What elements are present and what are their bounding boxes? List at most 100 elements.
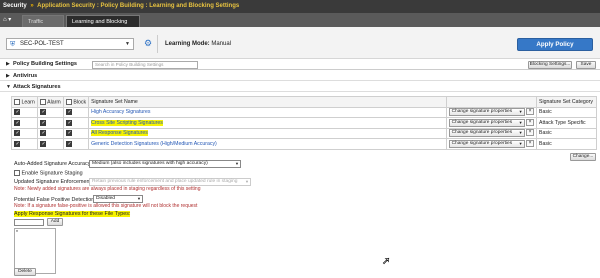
alarm-checkbox[interactable] bbox=[39, 109, 46, 116]
tab-traffic-learning[interactable]: Traffic Learning bbox=[22, 15, 64, 37]
gear-icon[interactable]: ⚙ bbox=[144, 38, 152, 49]
mouse-cursor-icon: ➚ bbox=[382, 256, 391, 268]
table-row: Generic Detection Signatures (High/Mediu… bbox=[11, 138, 597, 150]
policy-building-settings-header: ▶ Policy Building Settings Search in Pol… bbox=[0, 59, 600, 70]
change-properties-dropdown[interactable]: Change signature properties ▼ bbox=[448, 108, 525, 117]
change-button[interactable]: Change... bbox=[570, 153, 596, 161]
breadcrumb-separator: » bbox=[30, 3, 34, 9]
dropdown-label: Change signature properties bbox=[451, 130, 513, 136]
breadcrumb-policy-building[interactable]: Policy Building bbox=[101, 3, 144, 9]
learn-all-checkbox[interactable] bbox=[14, 98, 20, 105]
col-label: Alarm bbox=[47, 98, 61, 105]
expand-icon[interactable]: ▶ bbox=[6, 61, 10, 67]
remove-button[interactable]: × bbox=[526, 108, 535, 116]
signature-category: Basic bbox=[536, 106, 597, 118]
file-type-input[interactable] bbox=[14, 219, 44, 226]
chevron-down-icon: ▼ bbox=[245, 179, 249, 184]
col-alarm: Alarm bbox=[36, 96, 64, 108]
learn-checkbox[interactable] bbox=[14, 109, 20, 116]
signature-set-link[interactable]: Cross Site Scripting Signatures bbox=[91, 119, 163, 126]
learning-mode: Learning Mode: Manual bbox=[165, 41, 231, 47]
change-properties-dropdown[interactable]: Change signature properties ▼ bbox=[448, 139, 525, 148]
policy-bar: ⛨ SEC-POL-TEST ▼ ⚙ Learning Mode: Manual… bbox=[0, 27, 600, 59]
chevron-down-icon: ▼ bbox=[518, 109, 523, 115]
apply-response-label: Apply Response Signatures for these File… bbox=[14, 211, 131, 217]
remove-button[interactable]: × bbox=[526, 118, 535, 126]
block-checkbox[interactable] bbox=[65, 119, 72, 126]
tab-learning-blocking-settings[interactable]: Learning and Blocking Settings bbox=[66, 15, 140, 37]
remove-button[interactable]: × bbox=[526, 139, 535, 147]
delete-button[interactable]: Delete bbox=[14, 268, 36, 276]
enable-staging-checkbox[interactable] bbox=[14, 170, 20, 176]
table-row: All Response Signatures Change signature… bbox=[11, 127, 597, 139]
updated-enforcement-label: Updated Signature Enforcement bbox=[14, 179, 92, 185]
breadcrumb: Security » Application Security : Policy… bbox=[0, 0, 600, 13]
table-row: High Accuracy Signatures Change signatur… bbox=[11, 106, 597, 118]
save-button[interactable]: Save bbox=[576, 61, 596, 69]
alarm-checkbox[interactable] bbox=[39, 140, 46, 147]
staging-note: Note: Newly added signatures are always … bbox=[14, 186, 201, 192]
policy-name: SEC-POL-TEST bbox=[20, 41, 64, 47]
block-checkbox[interactable] bbox=[65, 140, 72, 147]
breadcrumb-security[interactable]: Security bbox=[3, 3, 27, 9]
apply-policy-button[interactable]: Apply Policy bbox=[517, 38, 593, 51]
settings-search-input[interactable]: Search in Policy Building Settings bbox=[92, 61, 198, 69]
alarm-all-checkbox[interactable] bbox=[39, 98, 46, 105]
dropdown-label: Change signature properties bbox=[451, 140, 513, 146]
blocking-settings-button[interactable]: Blocking Settings... bbox=[528, 61, 572, 69]
col-learn: Learn bbox=[11, 96, 38, 108]
signature-set-link[interactable]: All Response Signatures bbox=[91, 130, 148, 137]
signature-category: Attack Type Specific bbox=[536, 117, 597, 129]
learning-mode-value: Manual bbox=[211, 41, 232, 47]
auto-added-accuracy-select[interactable]: Medium (also includes signatures with hi… bbox=[89, 160, 241, 168]
block-checkbox[interactable] bbox=[65, 130, 72, 137]
auto-added-accuracy-label: Auto-Added Signature Accuracy bbox=[14, 161, 91, 167]
learning-mode-label: Learning Mode: bbox=[165, 41, 210, 47]
signature-set-link[interactable]: High Accuracy Signatures bbox=[91, 109, 150, 115]
enable-staging-row: Enable Signature Staging bbox=[14, 170, 83, 176]
antivirus-section[interactable]: ▶ Antivirus bbox=[0, 71, 600, 81]
table-row: Cross Site Scripting Signatures Change s… bbox=[11, 117, 597, 129]
breadcrumb-app-security[interactable]: Application Security bbox=[37, 3, 95, 9]
false-positive-note: Note: If a signature false-positive is a… bbox=[14, 203, 198, 209]
learn-checkbox[interactable] bbox=[14, 119, 20, 126]
list-item[interactable]: * bbox=[16, 230, 54, 236]
add-button[interactable]: Add bbox=[47, 218, 63, 226]
learn-checkbox[interactable] bbox=[14, 140, 20, 147]
col-label: Block bbox=[73, 98, 87, 105]
updated-enforcement-select: Retain previous rule enforcement and pla… bbox=[89, 178, 251, 186]
select-value: Medium (also includes signatures with hi… bbox=[92, 161, 208, 166]
policy-select[interactable]: ⛨ SEC-POL-TEST ▼ bbox=[6, 38, 134, 50]
attack-signatures-section[interactable]: ▼ Attack Signatures bbox=[0, 82, 600, 92]
chevron-down-icon: ▼ bbox=[518, 140, 523, 146]
home-icon[interactable]: ⌂ ▾ bbox=[3, 15, 19, 26]
tab-bar: ⌂ ▾ Traffic Learning Learning and Blocki… bbox=[0, 13, 600, 37]
chevron-down-icon: ▼ bbox=[235, 161, 239, 166]
chevron-down-icon: ▼ bbox=[518, 130, 523, 136]
col-category: Signature Set Category bbox=[536, 96, 597, 108]
block-all-checkbox[interactable] bbox=[65, 98, 72, 105]
change-properties-dropdown[interactable]: Change signature properties ▼ bbox=[448, 129, 525, 138]
signature-category: Basic bbox=[536, 127, 597, 139]
col-name: Signature Set Name bbox=[88, 96, 447, 108]
section-title: Attack Signatures bbox=[13, 84, 61, 90]
select-value: Disabled bbox=[96, 196, 116, 201]
signature-set-table: Learn Alarm Block Signature Set Name Sig… bbox=[11, 96, 597, 150]
section-title: Antivirus bbox=[13, 73, 38, 79]
alarm-checkbox[interactable] bbox=[39, 130, 46, 137]
learn-checkbox[interactable] bbox=[14, 130, 20, 137]
alarm-checkbox[interactable] bbox=[39, 119, 46, 126]
breadcrumb-separator: : bbox=[145, 3, 148, 9]
signature-set-link[interactable]: Generic Detection Signatures (High/Mediu… bbox=[91, 141, 217, 147]
remove-button[interactable]: × bbox=[526, 129, 535, 137]
select-value: Retain previous rule enforcement and pla… bbox=[92, 179, 238, 184]
breadcrumb-current-page: Learning and Blocking Settings bbox=[149, 3, 240, 9]
signature-category: Basic bbox=[536, 138, 597, 150]
dropdown-label: Change signature properties bbox=[451, 119, 513, 125]
change-properties-dropdown[interactable]: Change signature properties ▼ bbox=[448, 118, 525, 127]
false-positive-select[interactable]: Disabled ▼ bbox=[93, 195, 143, 203]
divider bbox=[157, 35, 158, 53]
block-checkbox[interactable] bbox=[65, 109, 72, 116]
expand-icon: ▶ bbox=[6, 73, 10, 79]
col-actions bbox=[445, 96, 538, 108]
